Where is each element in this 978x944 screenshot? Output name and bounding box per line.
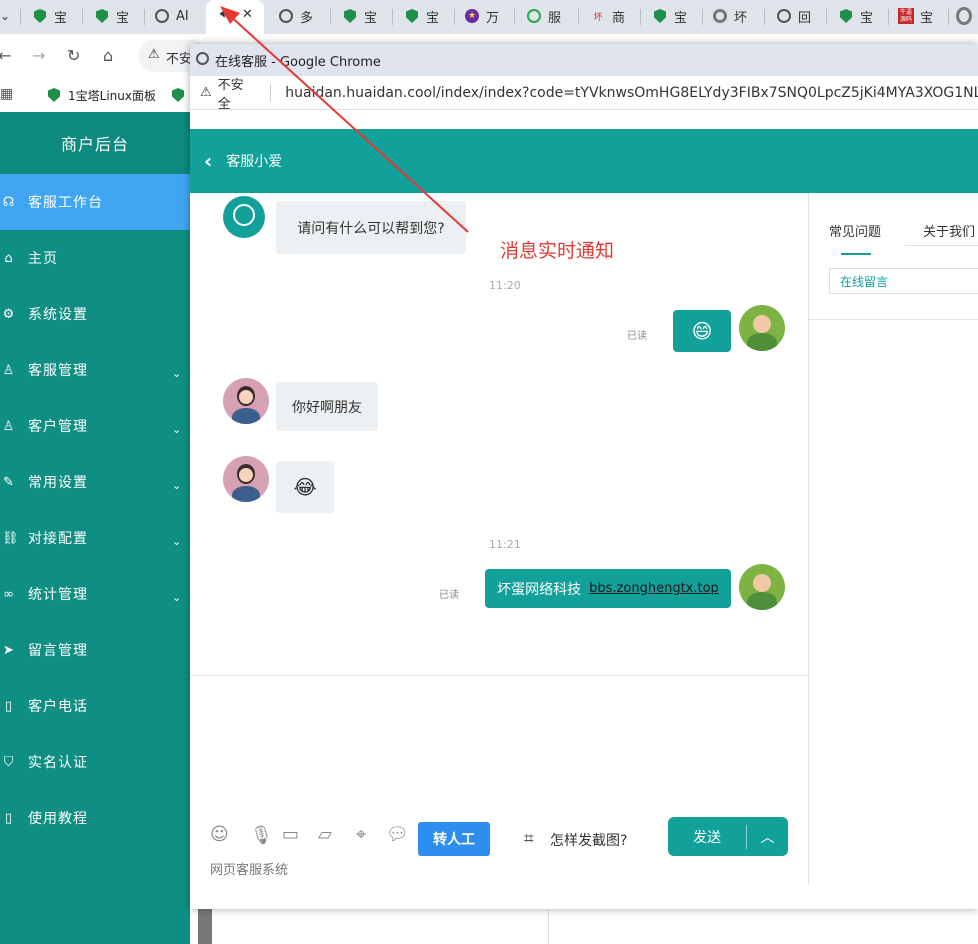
annotation-label: 消息实时通知	[500, 240, 615, 262]
arrow-line	[227, 13, 469, 233]
annotation-arrow	[220, 6, 469, 233]
